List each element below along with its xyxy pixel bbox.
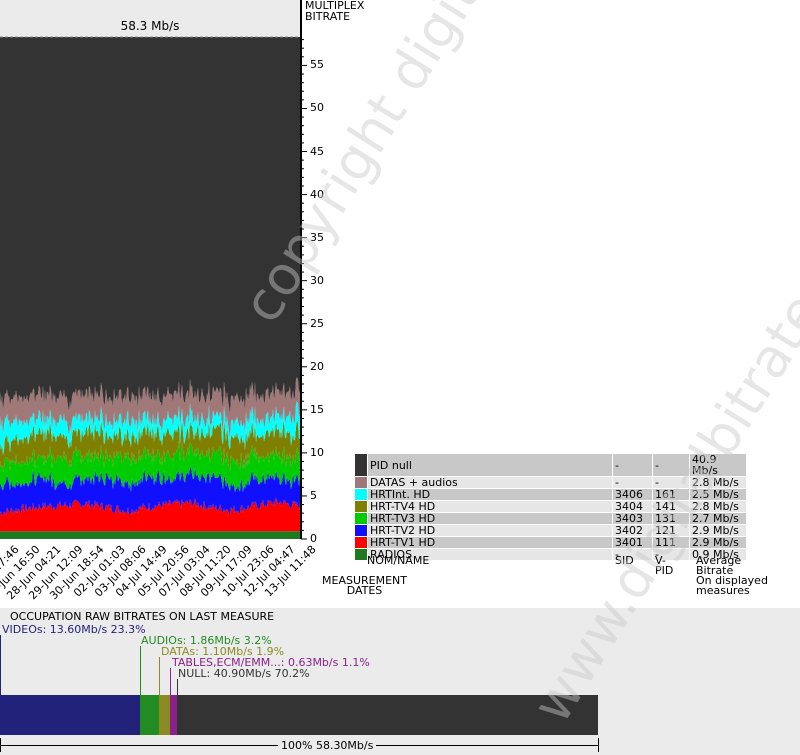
legend-row: HRTInt. HD 3406 161 2.5 Mb/s: [354, 488, 747, 501]
series-area-pid-null: [0, 37, 300, 414]
series-area-radios: [0, 531, 300, 539]
legend-table: PID null - -40.9 Mb/s DATAS + audios - -2.8 M…: [354, 453, 747, 561]
legend-vpid: 131: [652, 512, 690, 525]
legend-vpid: 161: [652, 488, 690, 501]
legend-vpid: 121: [652, 524, 690, 537]
legend-swatch: [354, 476, 368, 489]
header-avg-line4: measures: [696, 584, 750, 597]
legend-bitrate: 2.9 Mb/s: [689, 536, 747, 549]
occupation-leader-audios: [140, 646, 141, 695]
occupation-segment-null: [176, 695, 598, 735]
y-tick-label: 55: [310, 58, 324, 72]
legend-name: HRT-TV3 HD: [367, 512, 613, 525]
legend-sid: 3406: [612, 488, 653, 501]
legend-name: DATAS + audios: [367, 476, 613, 489]
legend-row: DATAS + audios - -2.8 Mb/s: [354, 476, 747, 489]
x-axis-title-line2: DATES: [346, 584, 383, 597]
header-sid: SID: [615, 554, 634, 567]
occupation-leader-videos: [0, 635, 1, 695]
total-tick-left: [0, 738, 1, 752]
x-axis-title: MEASUREMENT DATES: [322, 575, 407, 597]
y-axis-title-line2: BITRATE: [305, 10, 351, 23]
total-label: 100% 58.30Mb/s: [278, 739, 377, 752]
legend-row: HRT-TV4 HD 3404 141 2.8 Mb/s: [354, 500, 747, 513]
occupation-leader-datas: [159, 657, 160, 695]
y-axis-title: MULTIPLEX BITRATE: [305, 0, 375, 22]
legend-vpid: 141: [652, 500, 690, 513]
legend-name: HRTInt. HD: [367, 488, 613, 501]
legend-bitrate: 2.8 Mb/s: [689, 500, 747, 513]
legend-swatch: [354, 512, 368, 525]
legend-vpid: 111: [652, 536, 690, 549]
occupation-segment-datas: [159, 695, 171, 735]
total-tick-right: [598, 738, 599, 752]
legend-name: HRT-TV2 HD: [367, 524, 613, 537]
header-vpid: V-PID: [655, 554, 674, 577]
legend-name: HRT-TV1 HD: [367, 536, 613, 549]
y-tick-label: 15: [310, 402, 324, 416]
legend-sid: 3404: [612, 500, 653, 513]
legend-vpid: -: [652, 476, 690, 489]
header-name: NOM/NAME: [367, 554, 430, 567]
occupation-segment-videos: [0, 695, 140, 735]
legend-swatch: [354, 500, 368, 513]
legend-swatch: [354, 524, 368, 537]
legend-bitrate: 2.8 Mb/s: [689, 476, 747, 489]
legend-swatch: [354, 536, 368, 549]
y-tick-label: 10: [310, 445, 324, 459]
occupation-null-label: NULL: 40.90Mb/s 70.2%: [178, 667, 310, 680]
legend-swatch: [354, 453, 368, 477]
legend-row: PID null - -40.9 Mb/s: [354, 453, 747, 477]
legend-name: PID null: [367, 453, 613, 477]
legend-sid: -: [612, 476, 653, 489]
occupation-leader-null: [177, 679, 178, 695]
y-tick-label: 50: [310, 101, 324, 115]
legend-swatch: [354, 548, 368, 561]
y-tick-label: 35: [310, 230, 324, 244]
y-tick-label: 25: [310, 316, 324, 330]
y-tick-label: 0: [310, 532, 317, 545]
y-tick-label: 30: [310, 273, 324, 287]
chart-title: 58.3 Mb/s: [120, 19, 180, 33]
occupation-segment-audios: [140, 695, 160, 735]
legend-row: HRT-TV2 HD 3402 121 2.9 Mb/s: [354, 524, 747, 537]
legend-sid: 3401: [612, 536, 653, 549]
legend-sid: -: [612, 453, 653, 477]
y-tick-label: 20: [310, 359, 324, 373]
legend-row: HRT-TV3 HD 3403 131 2.7 Mb/s: [354, 512, 747, 525]
legend-bitrate: 2.9 Mb/s: [689, 524, 747, 537]
y-tick-label: 40: [310, 187, 324, 201]
y-tick-label: 45: [310, 144, 324, 158]
legend-row: HRT-TV1 HD 3401 111 2.9 Mb/s: [354, 536, 747, 549]
occupation-videos-label: VIDEOs: 13.60Mb/s 23.3%: [2, 623, 146, 636]
y-tick-label: 5: [310, 488, 317, 502]
legend-bitrate: 2.5 Mb/s: [689, 488, 747, 501]
legend-bitrate: 2.7 Mb/s: [689, 512, 747, 525]
legend-bitrate: 40.9 Mb/s: [689, 453, 747, 477]
occupation-title: OCCUPATION RAW BITRATES ON LAST MEASURE: [10, 610, 275, 623]
legend-sid: 3402: [612, 524, 653, 537]
legend-swatch: [354, 488, 368, 501]
legend-vpid: -: [652, 453, 690, 477]
legend-sid: 3403: [612, 512, 653, 525]
header-average: Average Bitrate On displayed measures: [696, 555, 768, 597]
legend-name: HRT-TV4 HD: [367, 500, 613, 513]
occupation-leader-tables: [170, 668, 171, 695]
